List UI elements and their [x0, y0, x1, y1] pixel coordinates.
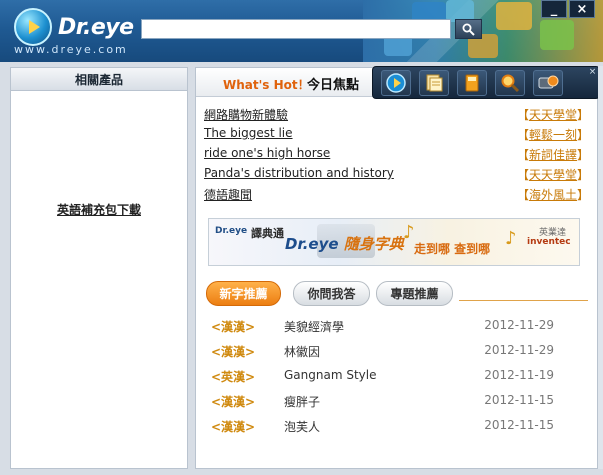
play-button[interactable] — [381, 69, 411, 96]
word-dict-tag: <英漢> — [211, 370, 256, 384]
magnifier-icon — [501, 74, 520, 92]
notes-button[interactable] — [419, 69, 449, 96]
word-row[interactable]: <漢漢> 瘦胖子 2012-11-15 — [211, 392, 554, 417]
today-focus-title: 今日焦點 — [307, 78, 360, 93]
category-label: 海外風土 — [528, 188, 577, 202]
window-right-edge — [598, 66, 603, 469]
book-icon — [465, 74, 479, 91]
word-dict-tag: <漢漢> — [211, 345, 256, 359]
search-button[interactable] — [455, 19, 482, 39]
hot-item: 網路購物新體驗 【天天學堂】 — [204, 104, 589, 124]
word-row[interactable]: <漢漢> 美貌經濟學 2012-11-29 — [211, 317, 554, 342]
word-dict-tag: <漢漢> — [211, 320, 256, 334]
note-icon — [426, 74, 443, 91]
banner-headline: Dr.eye 隨身字典 — [285, 233, 404, 254]
search-input[interactable] — [141, 19, 451, 39]
play-logo-icon — [14, 8, 52, 46]
hot-item-link[interactable]: 網路購物新體驗 — [204, 106, 288, 123]
word-date: 2012-11-15 — [484, 418, 554, 432]
logo: Dr.eye — [14, 8, 134, 46]
hot-item-link[interactable]: 德語趣聞 — [204, 186, 252, 203]
new-words-list: <漢漢> 美貌經濟學 2012-11-29 <漢漢> 林徽因 2012-11-2… — [211, 317, 554, 442]
category-label: 天天學堂 — [528, 108, 577, 122]
hot-item-category[interactable]: 【輕鬆一刻】 — [517, 126, 589, 143]
category-label: 新詞佳譯 — [528, 148, 577, 162]
banner-logo: Dr.eye — [215, 226, 248, 236]
whats-hot-header: What's Hot！ 今日焦點 — [196, 68, 386, 97]
music-note-icon: ♪ — [403, 222, 415, 243]
word-text[interactable]: 泡芙人 — [284, 418, 320, 435]
word-text[interactable]: Gangnam Style — [284, 368, 376, 382]
whats-hot-label: What's Hot！ — [223, 78, 310, 92]
brand-name: Dr.eye — [58, 14, 134, 40]
music-note-icon: ♪ — [505, 228, 517, 249]
tab-special-topic[interactable]: 專題推薦 — [376, 281, 453, 306]
hot-item-category[interactable]: 【天天學堂】 — [517, 106, 589, 123]
search-icon — [462, 23, 475, 36]
banner-headline-left: Dr.eye — [285, 235, 339, 253]
recommend-tabs: 新字推薦 你問我答 專題推薦 — [206, 281, 588, 307]
category-label: 天天學堂 — [528, 168, 577, 182]
word-text[interactable]: 林徽因 — [284, 343, 320, 360]
header-bar: Dr.eye www.dreye.com _ × — [0, 0, 603, 62]
word-row[interactable]: <英漢> Gangnam Style 2012-11-19 — [211, 367, 554, 392]
hot-item: The biggest lie 【輕鬆一刻】 — [204, 124, 589, 144]
cube-decor — [540, 20, 574, 50]
hot-item-category[interactable]: 【天天學堂】 — [517, 166, 589, 183]
dictionary-button[interactable] — [457, 69, 487, 96]
related-products-title: 相關產品 — [11, 68, 187, 91]
cube-decor — [496, 2, 532, 30]
dictionary-device-icon — [538, 75, 559, 88]
word-date: 2012-11-15 — [484, 393, 554, 407]
quick-toolbar: × — [372, 66, 600, 99]
play-icon — [386, 72, 406, 93]
word-date: 2012-11-29 — [484, 343, 554, 357]
lookup-button[interactable] — [495, 69, 525, 96]
minimize-button[interactable]: _ — [541, 0, 567, 18]
word-text[interactable]: 瘦胖子 — [284, 393, 320, 410]
site-url: www.dreye.com — [14, 43, 128, 56]
tab-divider — [459, 300, 588, 301]
word-text[interactable]: 美貌經濟學 — [284, 318, 344, 335]
hot-list: 網路購物新體驗 【天天學堂】 The biggest lie 【輕鬆一刻】 ri… — [204, 104, 589, 204]
hot-item-link[interactable]: The biggest lie — [204, 126, 293, 140]
banner-headline-right: 隨身字典 — [343, 235, 404, 253]
banner-tagline: 走到哪 查到哪 — [414, 242, 491, 256]
word-date: 2012-11-29 — [484, 318, 554, 332]
banner-brand: 譯典通 — [251, 227, 284, 240]
word-date: 2012-11-19 — [484, 368, 554, 382]
whats-hot-panel: What's Hot！ 今日焦點 網路購物新體驗 【天天學堂】 The bigg… — [195, 67, 598, 469]
hot-item: ride one's high horse 【新詞佳譯】 — [204, 144, 589, 164]
word-dict-tag: <漢漢> — [211, 420, 256, 434]
window-controls: _ × — [541, 0, 595, 18]
word-dict-tag: <漢漢> — [211, 395, 256, 409]
english-pack-download-link[interactable]: 英語補充包下載 — [11, 201, 187, 218]
vendor-name-en: inventec — [527, 237, 571, 247]
word-row[interactable]: <漢漢> 泡芙人 2012-11-15 — [211, 417, 554, 442]
device-button[interactable] — [533, 69, 563, 96]
hot-item-link[interactable]: Panda's distribution and history — [204, 166, 394, 180]
dictionary-ad-banner[interactable]: Dr.eye 譯典通 Dr.eye 隨身字典 走到哪 查到哪 ♪ ♪ 英業達 i… — [208, 218, 580, 266]
hot-item-category[interactable]: 【新詞佳譯】 — [517, 146, 589, 163]
close-button[interactable]: × — [569, 0, 595, 18]
tab-qa[interactable]: 你問我答 — [293, 281, 370, 306]
word-row[interactable]: <漢漢> 林徽因 2012-11-29 — [211, 342, 554, 367]
toolbar-close-icon[interactable]: × — [588, 68, 597, 77]
hot-item-category[interactable]: 【海外風土】 — [517, 186, 589, 203]
hot-item: Panda's distribution and history 【天天學堂】 — [204, 164, 589, 184]
hot-item-link[interactable]: ride one's high horse — [204, 146, 330, 160]
tab-new-words[interactable]: 新字推薦 — [206, 281, 281, 306]
dreye-window: Dr.eye www.dreye.com _ × 相關產品 英語補充包下載 Wh… — [0, 0, 603, 475]
hot-item: 德語趣聞 【海外風土】 — [204, 184, 589, 204]
related-products-panel: 相關產品 英語補充包下載 — [10, 67, 188, 469]
category-label: 輕鬆一刻 — [528, 128, 577, 142]
